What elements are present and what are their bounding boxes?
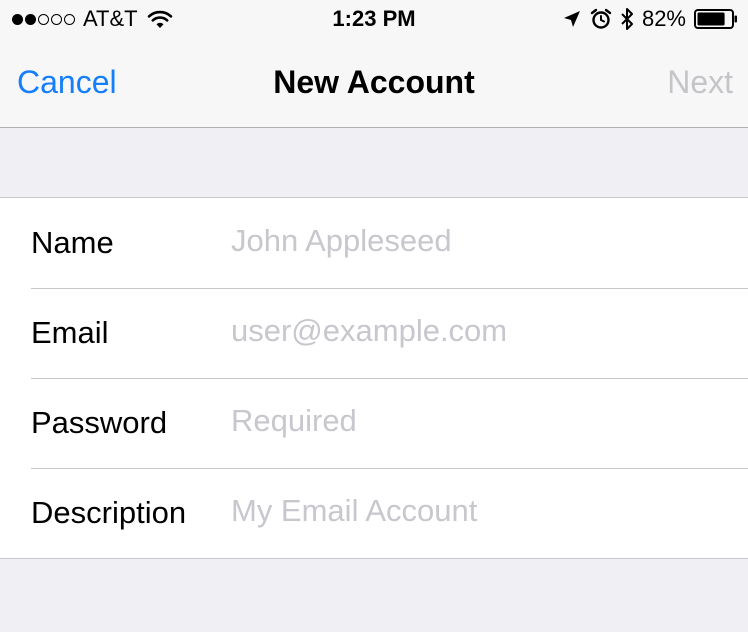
password-label: Password — [31, 405, 168, 440]
location-arrow-icon — [563, 11, 580, 27]
page-title: New Account — [273, 64, 475, 100]
battery-icon — [694, 9, 737, 29]
navigation-bar: Cancel New Account Next — [0, 40, 748, 128]
password-field[interactable] — [231, 396, 731, 446]
next-button[interactable]: Next — [667, 64, 733, 101]
battery-percent: 82% — [641, 6, 686, 31]
description-field[interactable] — [231, 486, 731, 536]
account-form: Name Email Password Description — [0, 197, 748, 559]
new-account-screen: AT&T 1:23 PM 82% Cancel New Account Next… — [0, 0, 748, 632]
name-field[interactable] — [231, 216, 731, 266]
form-row-name: Name — [0, 198, 748, 288]
status-bar-right: 82% — [562, 6, 738, 32]
alarm-clock-icon — [590, 8, 612, 29]
status-bar: AT&T 1:23 PM 82% — [0, 0, 748, 40]
form-row-password: Password — [0, 378, 748, 468]
name-label: Name — [31, 225, 114, 260]
email-label: Email — [31, 315, 109, 350]
email-field[interactable] — [231, 306, 731, 356]
description-label: Description — [31, 495, 187, 530]
form-row-description: Description — [0, 468, 748, 558]
form-row-email: Email — [0, 288, 748, 378]
bluetooth-icon — [621, 8, 633, 30]
